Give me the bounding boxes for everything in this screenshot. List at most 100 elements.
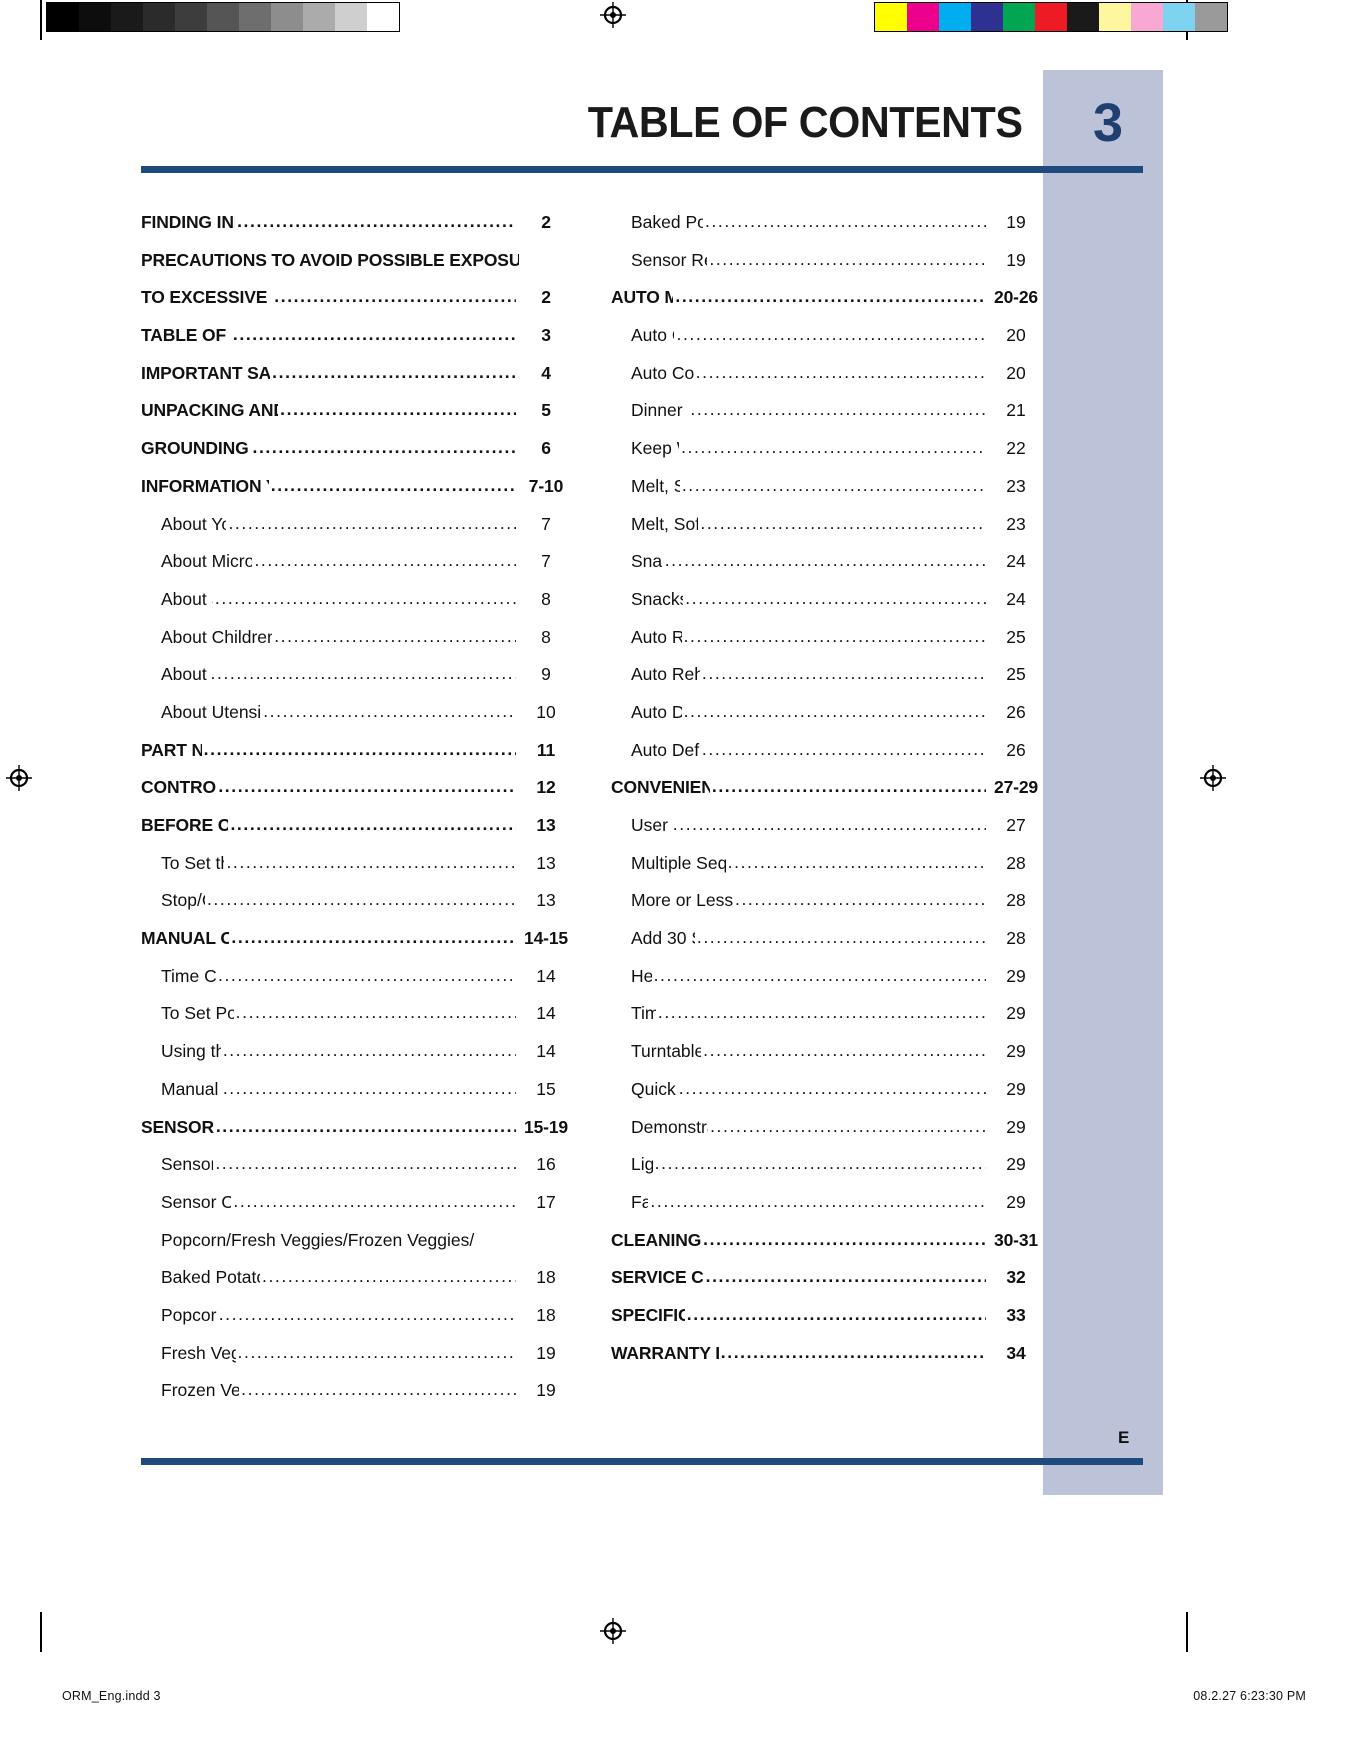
- toc-entry-page-number: 16: [536, 1154, 556, 1175]
- toc-entry[interactable]: CONTROL PANEL...........................…: [141, 776, 573, 815]
- toc-entry[interactable]: Popcorn/Fresh Veggies/Frozen Veggies/...…: [141, 1230, 573, 1268]
- toc-entry[interactable]: TABLE OF CONTENTS.......................…: [141, 324, 573, 363]
- toc-leader-dots: ........................................…: [222, 1040, 516, 1061]
- toc-leader-dots: ........................................…: [672, 814, 986, 834]
- toc-entry[interactable]: Dinner recipes..........................…: [611, 399, 1043, 438]
- toc-entry-page-number: 6: [541, 438, 551, 459]
- toc-entry-page-number: 17: [536, 1191, 556, 1212]
- toc-entry-page-number: 14: [536, 1003, 556, 1024]
- toc-entry[interactable]: Auto Cook chart.........................…: [611, 361, 1043, 401]
- toc-entry-page-number: 24: [1006, 588, 1026, 609]
- toc-entry[interactable]: About Children and the Microwave........…: [141, 626, 573, 665]
- toc-entry[interactable]: Using the Rack..........................…: [141, 1040, 573, 1079]
- toc-entry[interactable]: CONVENIENT FEATURES.....................…: [611, 776, 1043, 815]
- toc-entry-label: Fresh Veggies chart: [161, 1342, 236, 1363]
- toc-entry[interactable]: Turntable ON/OFF........................…: [611, 1040, 1043, 1079]
- toc-entry[interactable]: Frozen Veggies chart....................…: [141, 1379, 573, 1418]
- toc-entry[interactable]: CLEANING AND CARE.......................…: [611, 1229, 1043, 1268]
- toc-entry[interactable]: To Set Power Level......................…: [141, 1002, 573, 1041]
- toc-entry[interactable]: Melt, Soften............................…: [611, 475, 1043, 514]
- toc-entry-page-number: 19: [1006, 212, 1026, 232]
- toc-entry[interactable]: About Safety............................…: [141, 587, 573, 627]
- toc-leader-dots: ........................................…: [676, 324, 986, 345]
- toc-entry-page-number: 8: [541, 626, 551, 647]
- toc-entry-page-number: 5: [541, 400, 551, 421]
- toc-entry[interactable]: Auto Defrost chart......................…: [611, 739, 1043, 778]
- toc-leader-dots: ........................................…: [237, 211, 516, 231]
- toc-entry[interactable]: More or Less Time Adjustment............…: [611, 889, 1043, 928]
- toc-entry-label: Manual Defrost: [161, 1078, 221, 1099]
- toc-entry-page-number: 7-10: [528, 475, 564, 496]
- toc-entry[interactable]: PRECAUTIONS TO AVOID POSSIBLE EXPOSURE..…: [141, 250, 573, 288]
- toc-entry[interactable]: Popcorn chart...........................…: [141, 1304, 573, 1343]
- toc-entry[interactable]: Sensor Cook chart.......................…: [141, 1191, 573, 1230]
- toc-entry[interactable]: Help....................................…: [611, 965, 1043, 1004]
- toc-entry-label: To Set the Clock: [161, 852, 224, 873]
- toc-entry[interactable]: Manual Defrost..........................…: [141, 1078, 573, 1117]
- toc-entry-page-number: 18: [536, 1267, 556, 1288]
- toc-leader-dots: ........................................…: [214, 587, 516, 608]
- toc-entry[interactable]: Sensor Cook.............................…: [141, 1153, 573, 1192]
- toc-entry-page-number: 28: [1006, 852, 1026, 873]
- toc-entry[interactable]: Keep Warm...............................…: [611, 437, 1043, 476]
- toc-entry[interactable]: Multiple Sequence Cooking...............…: [611, 851, 1043, 891]
- toc-entry[interactable]: Time Cooking............................…: [141, 965, 573, 1004]
- toc-entry[interactable]: GROUNDING INSTRUCTIONS..................…: [141, 437, 573, 476]
- toc-entry[interactable]: PART NAMES..............................…: [141, 739, 573, 778]
- toc-leader-dots: ........................................…: [727, 851, 986, 872]
- toc-entry[interactable]: About Your Oven.........................…: [141, 513, 573, 552]
- toc-entry[interactable]: Baked Potato/Sensor Reheat..............…: [141, 1266, 573, 1305]
- toc-entry[interactable]: MANUAL OPERATION........................…: [141, 927, 573, 966]
- toc-entry[interactable]: SERVICE CALL CHECK......................…: [611, 1266, 1043, 1305]
- toc-entry[interactable]: Light...................................…: [611, 1153, 1043, 1192]
- toc-entry[interactable]: BEFORE OPERATING........................…: [141, 814, 573, 853]
- greyscale-swatch: [79, 3, 111, 31]
- toc-entry[interactable]: Sensor Reheat chart.....................…: [611, 249, 1043, 288]
- toc-entry[interactable]: Fan.....................................…: [611, 1191, 1043, 1230]
- toc-entry[interactable]: Baked Potato chart......................…: [611, 211, 1043, 250]
- toc-entry-label: Add 30 Seconds: [631, 928, 695, 949]
- toc-leader-dots: ........................................…: [683, 625, 986, 646]
- toc-entry-label: User Pref: [631, 815, 671, 835]
- toc-entry[interactable]: WARRANTY INFORMATIONS...................…: [611, 1342, 1043, 1381]
- toc-entry[interactable]: About Utensils and Coverings............…: [141, 701, 573, 740]
- greyscale-swatch: [239, 3, 271, 31]
- toc-entry[interactable]: Quick Start.............................…: [611, 1078, 1043, 1117]
- toc-entry[interactable]: Fresh Veggies chart.....................…: [141, 1342, 573, 1381]
- toc-entry[interactable]: Snacks chart............................…: [611, 588, 1043, 627]
- toc-entry[interactable]: Auto Defrost............................…: [611, 701, 1043, 740]
- toc-entry[interactable]: About Food..............................…: [141, 663, 573, 702]
- toc-entry[interactable]: SENSOR MODES............................…: [141, 1116, 573, 1155]
- toc-entry[interactable]: INFORMATION YOU NEED TO KNOW............…: [141, 475, 573, 514]
- toc-entry-label: Melt, Soften chart: [631, 513, 699, 534]
- toc-leader-dots: ........................................…: [664, 550, 986, 571]
- toc-leader-dots: ........................................…: [695, 361, 986, 382]
- toc-entry-label: Multiple Sequence Cooking: [631, 852, 726, 873]
- toc-entry[interactable]: Auto Reheat.............................…: [611, 625, 1043, 665]
- toc-leader-dots: ........................................…: [711, 776, 986, 797]
- toc-entry[interactable]: FINDING INFORMATION.....................…: [141, 211, 573, 250]
- toc-entry[interactable]: To Set the Clock........................…: [141, 852, 573, 891]
- toc-entry-page-number: 8: [541, 588, 551, 609]
- toc-entry[interactable]: Auto Cook...............................…: [611, 324, 1043, 363]
- toc-leader-dots: ........................................…: [231, 927, 516, 948]
- chapter-number: 3: [1093, 93, 1123, 153]
- chapter-sidebar-tab: [1043, 70, 1163, 1495]
- toc-entry[interactable]: IMPORTANT SAFETY INSTRUCTIONS...........…: [141, 362, 573, 401]
- toc-entry[interactable]: Add 30 Seconds..........................…: [611, 927, 1043, 966]
- toc-entry[interactable]: AUTO MODES..............................…: [611, 286, 1043, 325]
- toc-entry-page-number: 13: [536, 852, 556, 873]
- toc-entry-page-number: 25: [1006, 626, 1026, 647]
- toc-entry[interactable]: Stop/Clear..............................…: [141, 889, 573, 928]
- toc-entry[interactable]: Timer...................................…: [611, 1002, 1043, 1041]
- toc-entry[interactable]: About Microwave Cooking.................…: [141, 550, 573, 589]
- toc-entry[interactable]: User Pref...............................…: [611, 814, 1043, 853]
- toc-entry[interactable]: Melt, Soften chart......................…: [611, 513, 1043, 552]
- toc-entry[interactable]: Snacks..................................…: [611, 550, 1043, 589]
- toc-entry[interactable]: UNPACKING AND EXAMING YOUR OVEN.........…: [141, 399, 573, 438]
- toc-entry[interactable]: TO EXCESSIVE MICROWAVE ENERGY...........…: [141, 286, 573, 325]
- toc-entry[interactable]: Demonstration Mode......................…: [611, 1116, 1043, 1155]
- toc-leader-dots: ........................................…: [654, 1153, 986, 1174]
- toc-entry[interactable]: SPECIFICATIONS..........................…: [611, 1304, 1043, 1343]
- toc-entry[interactable]: Auto Reheat chart.......................…: [611, 663, 1043, 702]
